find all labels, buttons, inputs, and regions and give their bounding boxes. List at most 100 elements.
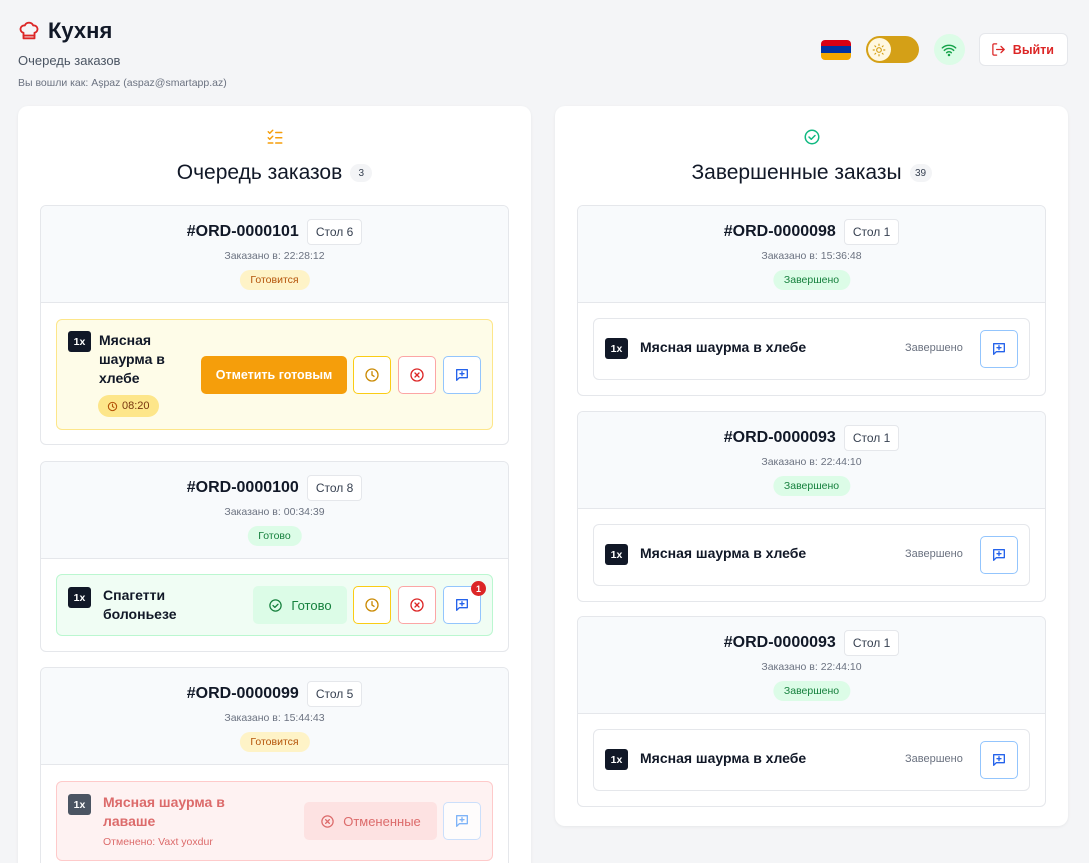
add-note-button[interactable]: [443, 802, 481, 840]
order-id: #ORD-0000093: [723, 429, 836, 446]
completed-title: Завершенные заказы: [691, 161, 902, 184]
x-circle-icon: [320, 814, 335, 829]
quantity-badge: 1x: [605, 544, 628, 565]
order-header: #ORD-0000093 Стол 1 Заказано в: 22:44:10…: [578, 412, 1045, 509]
message-plus-icon: [454, 597, 470, 613]
table-tag: Стол 8: [306, 475, 363, 501]
timer-value: 08:20: [122, 400, 150, 412]
order-id: #ORD-0000099: [186, 685, 299, 702]
x-circle-icon: [409, 367, 425, 383]
ready-label: Готово: [291, 597, 332, 613]
quantity-badge: 1x: [68, 331, 91, 352]
completed-count-badge: 39: [909, 164, 932, 182]
status-badge: Завершено: [772, 681, 851, 701]
table-tag: Стол 5: [306, 681, 363, 707]
page-header: Кухня Очередь заказов Вы вошли как: Aşpa…: [18, 18, 227, 89]
timer-chip: 08:20: [98, 395, 159, 417]
status-badge: Завершено: [772, 476, 851, 496]
status-badge: Готовится: [239, 732, 310, 752]
table-tag: Стол 6: [306, 219, 363, 245]
completed-header: Завершенные заказы 39: [555, 161, 1068, 185]
cancelled-label: Отмененные: [343, 813, 421, 829]
order-time: Заказано в: 15:44:43: [224, 712, 325, 724]
order-card: #ORD-0000100 Стол 8 Заказано в: 00:34:39…: [40, 461, 509, 652]
mark-ready-button[interactable]: Отметить готовым: [201, 356, 347, 394]
status-badge: Готовится: [239, 270, 310, 290]
cancel-item-button[interactable]: [398, 586, 436, 624]
timer-button[interactable]: [353, 586, 391, 624]
order-card: #ORD-0000093 Стол 1 Заказано в: 22:44:10…: [577, 411, 1046, 602]
queue-panel: Очередь заказов 3 #ORD-0000101 Стол 6 За…: [18, 106, 531, 863]
timer-button[interactable]: [353, 356, 391, 394]
check-circle-icon: [555, 128, 1068, 146]
order-item: 1x Мясная шаурма в хлебе 08:20 Отметить …: [56, 319, 493, 430]
add-note-button[interactable]: [980, 536, 1018, 574]
item-name: Мясная шаурма в хлебе: [99, 332, 165, 386]
connection-status-button[interactable]: [933, 34, 965, 65]
add-note-button[interactable]: [980, 330, 1018, 368]
message-plus-icon: [991, 547, 1007, 563]
cancel-item-button[interactable]: [398, 356, 436, 394]
order-header: #ORD-0000098 Стол 1 Заказано в: 15:36:48…: [578, 206, 1045, 303]
order-header: #ORD-0000100 Стол 8 Заказано в: 00:34:39…: [41, 462, 508, 559]
check-circle-icon: [268, 598, 283, 613]
sun-icon: [867, 38, 891, 61]
item-status: Завершено: [905, 548, 963, 560]
page-subtitle: Очередь заказов: [18, 53, 121, 68]
quantity-badge: 1x: [68, 587, 91, 608]
cancel-reason: Отменено: Vaxt yoxdur: [103, 836, 213, 848]
add-note-button[interactable]: [980, 741, 1018, 779]
order-card: #ORD-0000099 Стол 5 Заказано в: 15:44:43…: [40, 667, 509, 863]
order-time: Заказано в: 22:28:12: [224, 250, 325, 262]
order-time: Заказано в: 22:44:10: [761, 661, 862, 673]
order-time: Заказано в: 00:34:39: [224, 506, 325, 518]
order-time: Заказано в: 15:36:48: [761, 250, 862, 262]
clock-icon: [364, 367, 380, 383]
completed-panel: Завершенные заказы 39 #ORD-0000098 Стол …: [555, 106, 1068, 826]
item-name: Спагетти болоньезе: [103, 587, 177, 622]
order-id: #ORD-0000100: [186, 479, 299, 496]
order-item: 1x Мясная шаурма в хлебе Завершено: [593, 524, 1030, 586]
order-id: #ORD-0000093: [723, 634, 836, 651]
queue-header: Очередь заказов 3: [18, 161, 531, 185]
message-plus-icon: [454, 813, 470, 829]
quantity-badge: 1x: [605, 338, 628, 359]
status-badge: Завершено: [772, 270, 851, 290]
logout-icon: [991, 42, 1006, 57]
add-note-button[interactable]: [443, 356, 481, 394]
login-info: Вы вошли как: Aşpaz (aspaz@smartapp.az): [18, 77, 227, 89]
item-status: Завершено: [905, 342, 963, 354]
order-id: #ORD-0000101: [186, 223, 299, 240]
note-count-badge: 1: [471, 581, 486, 596]
item-name: Мясная шаурма в лаваше: [103, 794, 225, 829]
language-flag-icon[interactable]: [820, 39, 851, 60]
item-name: Мясная шаурма в хлебе: [640, 545, 807, 561]
clock-icon: [364, 597, 380, 613]
chef-hat-icon: [18, 20, 40, 42]
message-plus-icon: [991, 341, 1007, 357]
logout-button[interactable]: Выйти: [978, 33, 1068, 66]
status-badge: Готово: [247, 526, 302, 546]
logout-label: Выйти: [1012, 42, 1054, 57]
checklist-icon: [18, 128, 531, 146]
order-item: 1x Мясная шаурма в хлебе Завершено: [593, 729, 1030, 791]
table-tag: Стол 1: [843, 630, 900, 656]
message-plus-icon: [991, 752, 1007, 768]
order-header: #ORD-0000099 Стол 5 Заказано в: 15:44:43…: [41, 668, 508, 765]
queue-count-badge: 3: [350, 164, 373, 182]
theme-toggle[interactable]: [865, 36, 919, 63]
page-title: Кухня: [48, 18, 113, 43]
quantity-badge: 1x: [605, 749, 628, 770]
cancelled-status-button[interactable]: Отмененные: [304, 802, 437, 840]
header-actions: Выйти: [820, 33, 1068, 66]
order-item: 1x Спагетти болоньезе Готово 1: [56, 574, 493, 636]
brand: Кухня: [18, 18, 227, 44]
order-header: #ORD-0000093 Стол 1 Заказано в: 22:44:10…: [578, 617, 1045, 714]
item-status: Завершено: [905, 753, 963, 765]
order-header: #ORD-0000101 Стол 6 Заказано в: 22:28:12…: [41, 206, 508, 303]
item-name: Мясная шаурма в хлебе: [640, 750, 807, 766]
message-plus-icon: [454, 367, 470, 383]
table-tag: Стол 1: [843, 219, 900, 245]
ready-status-button[interactable]: Готово: [253, 586, 347, 624]
add-note-button[interactable]: 1: [443, 581, 486, 624]
